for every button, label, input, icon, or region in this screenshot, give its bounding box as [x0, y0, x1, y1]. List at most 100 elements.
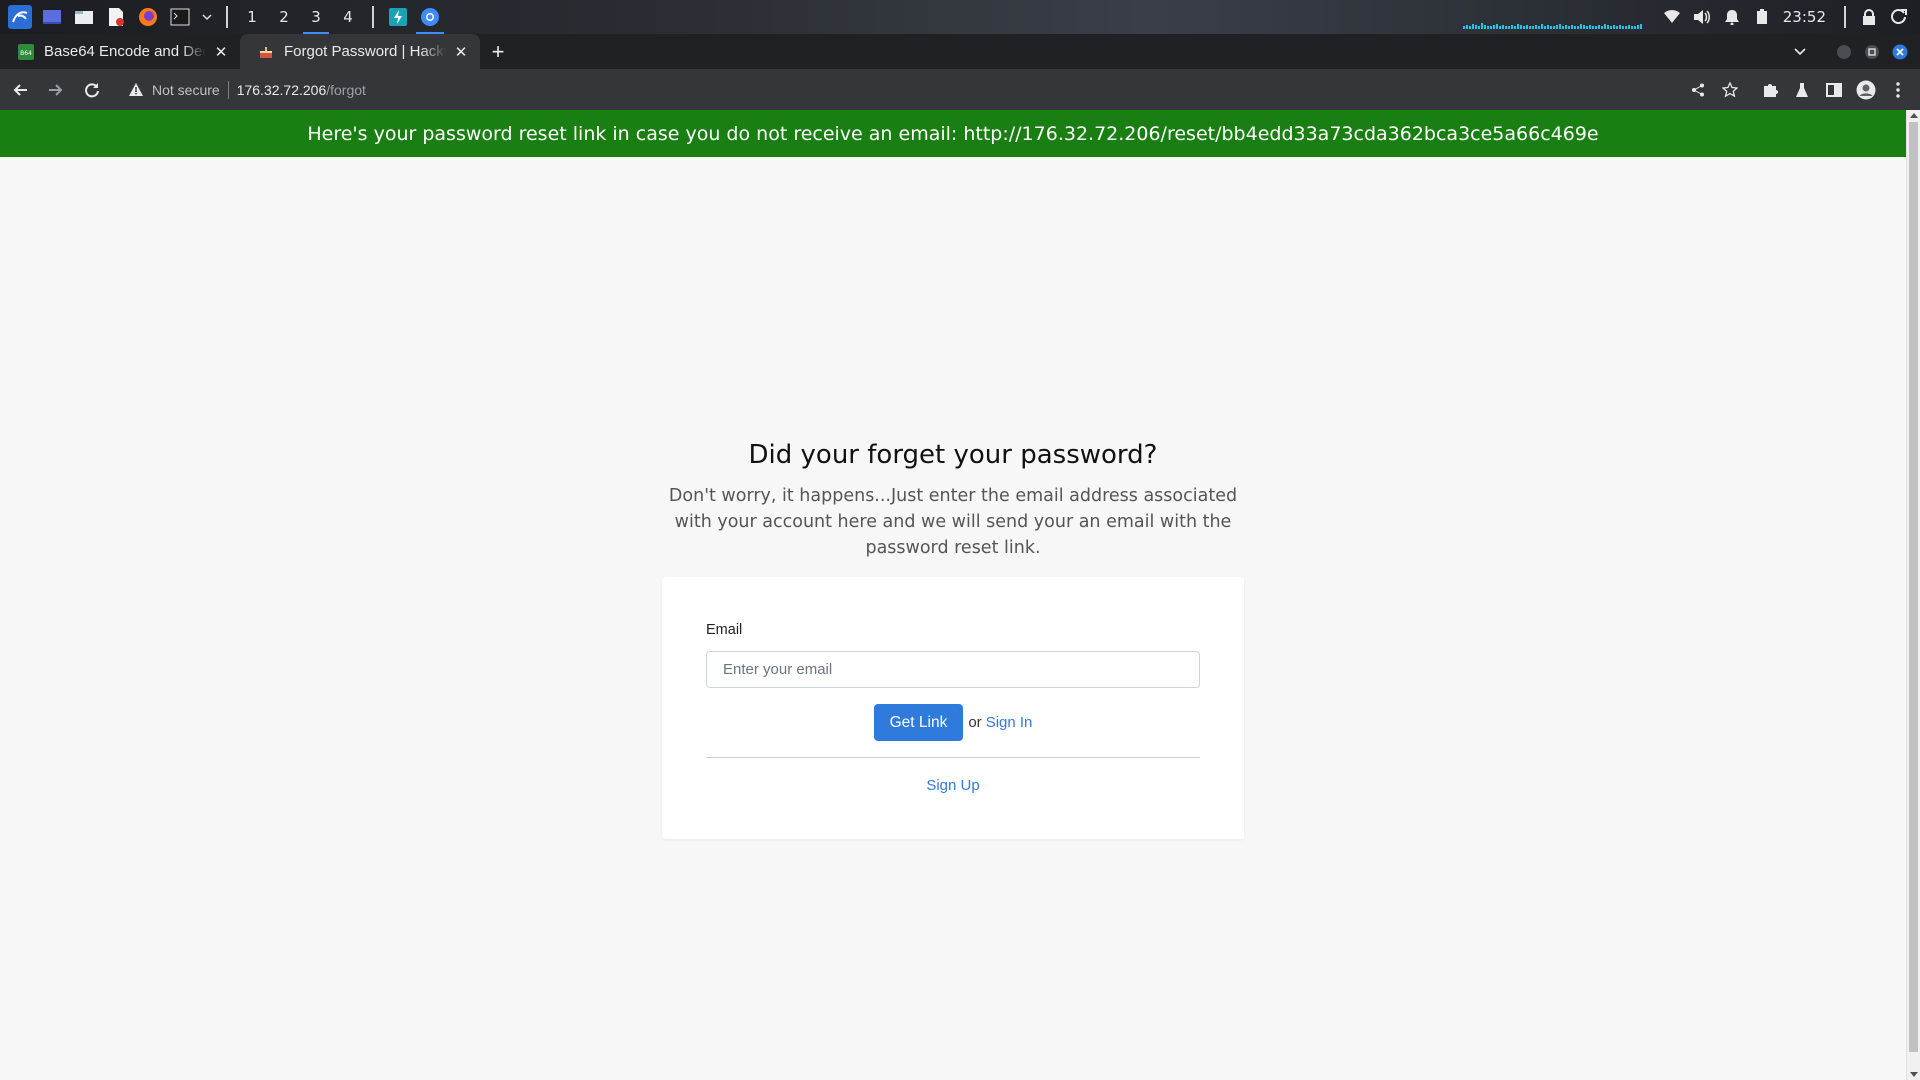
terminal-icon[interactable]	[168, 5, 192, 29]
net-bar	[1558, 24, 1561, 29]
email-input[interactable]	[706, 651, 1200, 688]
net-bar	[1570, 25, 1573, 29]
side-panel-icon[interactable]	[1818, 74, 1850, 106]
net-bar	[1624, 26, 1627, 29]
net-bar	[1513, 26, 1516, 29]
extensions-puzzle-icon[interactable]	[1754, 74, 1786, 106]
net-bar	[1576, 26, 1579, 29]
tab-search-icon[interactable]	[1786, 34, 1814, 69]
taskbar-launchers: 1 2 3 4	[0, 0, 446, 34]
workspace-2[interactable]: 2	[268, 0, 300, 34]
net-bar	[1627, 25, 1630, 29]
tab-forgot-password[interactable]: Forgot Password | Hackthebox ✕	[240, 34, 480, 69]
net-bar	[1621, 26, 1624, 29]
notification-bell-icon[interactable]	[1717, 0, 1747, 34]
email-label: Email	[706, 622, 743, 638]
tab-base64[interactable]: B64 Base64 Encode and Decode - Online ✕	[0, 34, 240, 69]
sign-in-link[interactable]: Sign In	[986, 714, 1033, 731]
new-tab-button[interactable]: +	[480, 34, 516, 69]
wifi-icon[interactable]	[1657, 0, 1687, 34]
taskbar-app-chrome[interactable]	[414, 0, 446, 34]
lab-flask-icon[interactable]	[1786, 74, 1818, 106]
sign-up-row: Sign Up	[662, 777, 1244, 794]
url-host: 176.32.72.206	[236, 81, 327, 98]
clock[interactable]: 23:52	[1777, 8, 1836, 26]
profile-avatar-icon[interactable]	[1850, 74, 1882, 106]
battery-icon[interactable]	[1747, 0, 1777, 34]
net-bar	[1465, 25, 1468, 29]
taskbar-separator	[226, 6, 228, 28]
firefox-icon[interactable]	[136, 5, 160, 29]
toolbar-actions	[1682, 74, 1920, 106]
close-icon[interactable]: ✕	[452, 43, 470, 61]
card-divider	[706, 757, 1200, 758]
taskbar-app-burp[interactable]	[382, 0, 414, 34]
net-bar	[1546, 25, 1549, 29]
net-bar	[1474, 25, 1477, 29]
net-bar	[1480, 23, 1483, 29]
workspace-4[interactable]: 4	[332, 0, 364, 34]
net-bar	[1531, 26, 1534, 29]
kali-menu-icon[interactable]	[8, 5, 32, 29]
volume-icon[interactable]	[1687, 0, 1717, 34]
scroll-down-arrow-icon[interactable]	[1910, 1072, 1918, 1077]
net-bar	[1582, 25, 1585, 29]
back-icon[interactable]	[4, 74, 36, 106]
or-text: or	[968, 714, 982, 731]
file-manager-icon[interactable]	[72, 5, 96, 29]
net-bar	[1585, 26, 1588, 29]
forward-icon[interactable]	[40, 74, 72, 106]
warning-icon[interactable]	[126, 83, 146, 96]
chevron-down-icon[interactable]	[200, 5, 214, 29]
net-bar	[1498, 26, 1501, 29]
net-bar	[1591, 26, 1594, 29]
workspace-1[interactable]: 1	[236, 0, 268, 34]
tab-title: Forgot Password | Hackthebox	[284, 43, 446, 60]
net-bar	[1606, 25, 1609, 29]
net-bar	[1492, 25, 1495, 29]
net-bar	[1549, 26, 1552, 29]
url-path: /forgot	[326, 81, 366, 98]
address-divider	[227, 80, 229, 99]
scrollbar-thumb[interactable]	[1909, 122, 1918, 1052]
close-window-icon[interactable]	[1886, 34, 1914, 69]
net-bar	[1504, 26, 1507, 29]
net-bar	[1609, 26, 1612, 29]
minimize-icon[interactable]	[1830, 34, 1858, 69]
network-monitor-graph	[1462, 5, 1643, 29]
net-bar	[1534, 25, 1537, 29]
net-bar	[1567, 26, 1570, 29]
page-title: Did your forget your password?	[748, 440, 1158, 470]
security-label[interactable]: Not secure	[152, 82, 220, 98]
desktop-icon[interactable]	[40, 5, 64, 29]
text-editor-icon[interactable]	[104, 5, 128, 29]
get-link-button[interactable]: Get Link	[873, 704, 964, 741]
svg-text:B64: B64	[20, 50, 32, 57]
share-icon[interactable]	[1682, 74, 1714, 106]
net-bar	[1537, 26, 1540, 29]
net-bar	[1615, 26, 1618, 29]
menu-kebab-icon[interactable]	[1882, 74, 1914, 106]
net-bar	[1564, 25, 1567, 29]
os-taskbar: 1 2 3 4 23:52	[0, 0, 1920, 34]
address-bar[interactable]: Not secure 176.32.72.206/forgot	[118, 74, 1682, 106]
page-description: Don't worry, it happens...Just enter the…	[668, 486, 1238, 558]
page-scrollbar[interactable]	[1906, 110, 1920, 1080]
net-bar	[1510, 25, 1513, 29]
net-bar	[1486, 26, 1489, 29]
logout-icon[interactable]	[1884, 0, 1914, 34]
sign-up-link[interactable]: Sign Up	[926, 777, 979, 794]
reload-icon[interactable]	[76, 74, 108, 106]
close-icon[interactable]: ✕	[212, 43, 230, 61]
taskbar-separator	[1844, 6, 1846, 28]
workspace-3[interactable]: 3	[300, 0, 332, 34]
b64-icon: B64	[18, 43, 34, 60]
maximize-icon[interactable]	[1858, 34, 1886, 69]
forgot-password-card: Email Get Link or Sign In Sign Up	[662, 577, 1244, 839]
scroll-up-arrow-icon[interactable]	[1910, 113, 1918, 118]
net-bar	[1636, 25, 1639, 29]
net-bar	[1489, 26, 1492, 29]
lock-icon[interactable]	[1854, 0, 1884, 34]
net-bar	[1633, 26, 1636, 29]
bookmark-star-icon[interactable]	[1714, 74, 1746, 106]
